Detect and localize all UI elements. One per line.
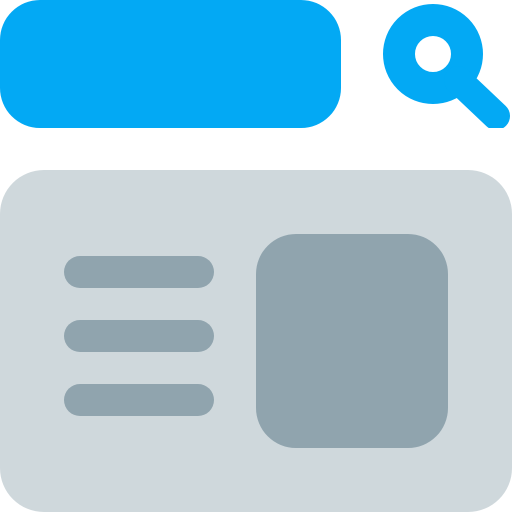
image-placeholder	[256, 234, 448, 448]
search-button[interactable]	[382, 4, 510, 128]
browser-window	[0, 0, 512, 512]
text-line	[64, 320, 214, 352]
search-input[interactable]	[0, 0, 341, 128]
text-line	[64, 384, 214, 416]
search-icon	[383, 4, 510, 128]
text-line	[64, 256, 214, 288]
